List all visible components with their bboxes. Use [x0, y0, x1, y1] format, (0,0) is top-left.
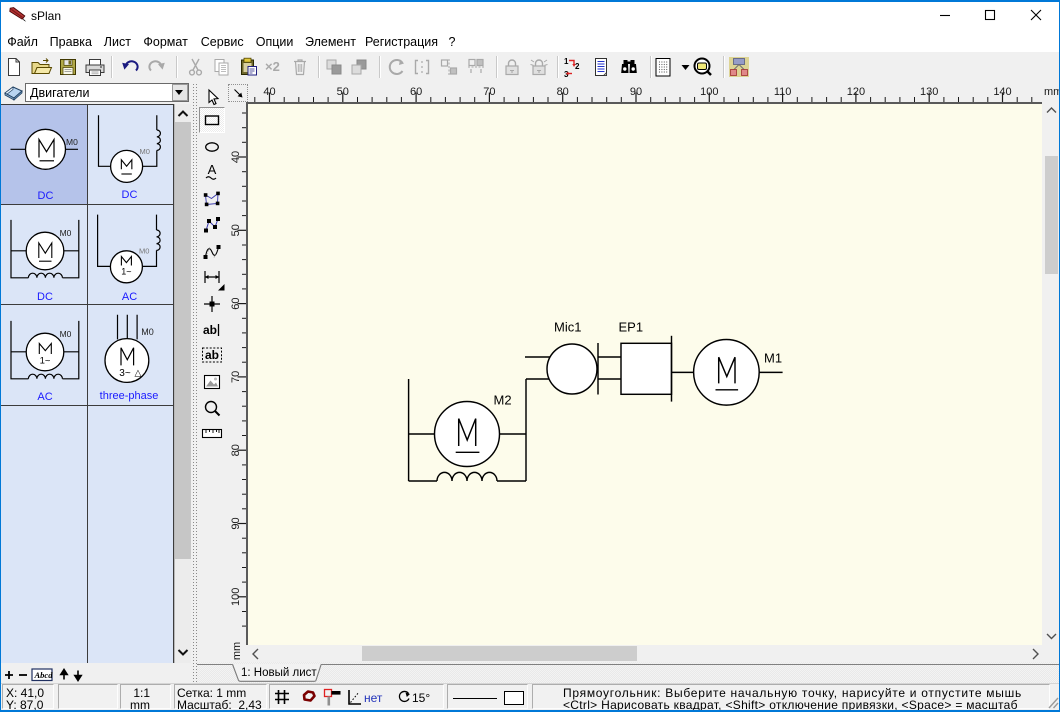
- svg-text:M0: M0: [60, 329, 72, 339]
- svg-text:DC: DC: [122, 189, 138, 201]
- svg-text:50: 50: [337, 86, 349, 98]
- svg-text:M2: M2: [494, 393, 512, 408]
- svg-text:40: 40: [230, 151, 242, 163]
- svg-text:2: 2: [575, 62, 580, 71]
- svg-text:ab: ab: [203, 323, 217, 337]
- svg-text:Mic1: Mic1: [554, 320, 581, 335]
- svg-text:AC: AC: [37, 391, 52, 403]
- svg-text:70: 70: [230, 371, 242, 383]
- svg-text:80: 80: [557, 86, 569, 98]
- svg-text:M0: M0: [141, 327, 154, 337]
- svg-text:120: 120: [847, 86, 865, 98]
- svg-text:AC: AC: [122, 291, 137, 303]
- svg-text:1~: 1~: [40, 356, 51, 367]
- svg-text:100: 100: [230, 588, 242, 606]
- svg-text:60: 60: [410, 86, 422, 98]
- svg-text:100: 100: [700, 86, 718, 98]
- svg-text:90: 90: [230, 517, 242, 529]
- svg-text:40: 40: [263, 86, 275, 98]
- svg-text:ab: ab: [205, 348, 219, 362]
- svg-text:M0: M0: [60, 228, 72, 238]
- svg-text:three-phase: three-phase: [100, 390, 159, 402]
- svg-text:M0: M0: [140, 147, 150, 156]
- svg-text:110: 110: [774, 86, 792, 98]
- svg-text:M1: M1: [764, 351, 782, 366]
- svg-text:3~: 3~: [119, 368, 131, 379]
- svg-text:A: A: [207, 162, 216, 177]
- svg-text:△: △: [135, 368, 142, 378]
- svg-text:1~: 1~: [121, 267, 131, 277]
- svg-text:1: 1: [564, 57, 569, 66]
- svg-text:70: 70: [483, 86, 495, 98]
- svg-text:DC: DC: [38, 190, 54, 202]
- svg-text:80: 80: [230, 444, 242, 456]
- svg-text:mm: mm: [1044, 86, 1060, 98]
- svg-text:DC: DC: [37, 291, 53, 303]
- svg-text:mm: mm: [231, 642, 243, 660]
- svg-text:90: 90: [630, 86, 642, 98]
- svg-text:Abcd: Abcd: [34, 670, 54, 680]
- svg-text:130: 130: [920, 86, 938, 98]
- svg-text:50: 50: [230, 224, 242, 236]
- svg-text:EP1: EP1: [619, 320, 644, 335]
- svg-text:M0: M0: [139, 247, 149, 256]
- svg-text:60: 60: [230, 297, 242, 309]
- svg-text:M0: M0: [66, 137, 78, 147]
- svg-text:140: 140: [993, 86, 1011, 98]
